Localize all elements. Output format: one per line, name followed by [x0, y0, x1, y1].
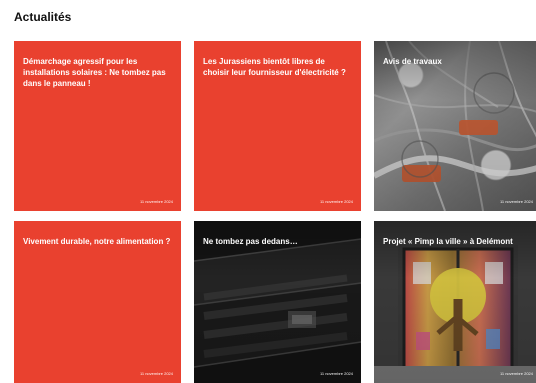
news-card-date: 11 novembre 2024 [139, 199, 173, 204]
news-card-title: Projet « Pimp la ville » à Delémont [383, 237, 513, 246]
news-card-solar[interactable]: Démarchage agressif pour les installatio… [14, 41, 181, 211]
news-card-date: 11 novembre 2024 [139, 371, 173, 376]
news-page: Actualités Démarchage agressif pour les … [0, 0, 536, 383]
news-card-works[interactable]: Avis de travaux 11 novembre 2024 [374, 41, 536, 211]
news-card-title: Les Jurassiens bientôt libres de choisir… [203, 57, 346, 77]
news-card-title: Ne tombez pas dedans… [203, 237, 298, 246]
news-card-date: 11 novembre 2024 [319, 371, 353, 376]
news-card-electricity[interactable]: Les Jurassiens bientôt libres de choisir… [194, 41, 361, 211]
news-card-title: Vivement durable, notre alimentation ? [23, 237, 171, 246]
section-title: Actualités [14, 10, 72, 24]
news-card-date: 11 novembre 2024 [499, 199, 533, 204]
news-card-title: Démarchage agressif pour les installatio… [23, 57, 166, 88]
news-card-date: 11 novembre 2024 [319, 199, 353, 204]
news-card-roof[interactable]: Ne tombez pas dedans… 11 novembre 2024 [194, 221, 361, 383]
news-card-pimp-the-city[interactable]: Projet « Pimp la ville » à Delémont 11 n… [374, 221, 536, 383]
news-card-title: Avis de travaux [383, 57, 442, 66]
news-card-date: 11 novembre 2024 [499, 371, 533, 376]
news-card-food[interactable]: Vivement durable, notre alimentation ? 1… [14, 221, 181, 383]
